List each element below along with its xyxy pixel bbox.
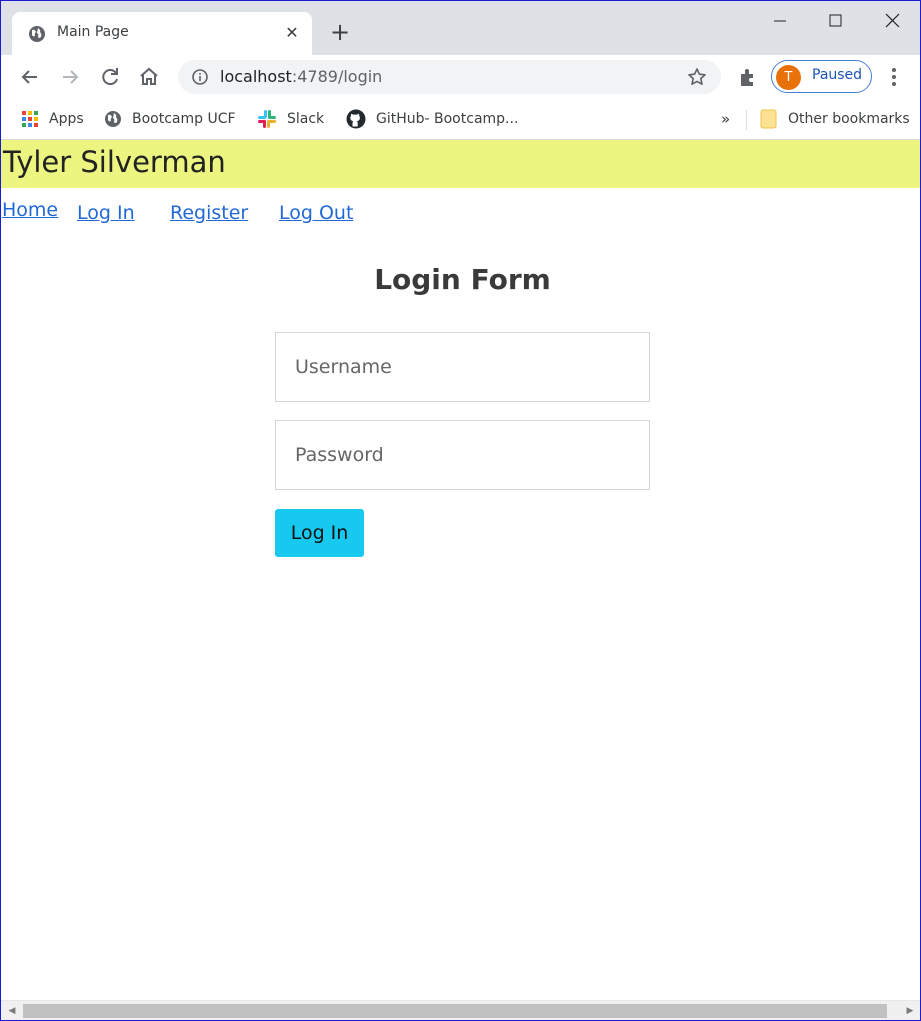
scroll-left-arrow-icon[interactable]: ◀ bbox=[7, 1005, 17, 1017]
tab-title: Main Page bbox=[57, 24, 129, 40]
tab-main-page[interactable]: Main Page ✕ bbox=[12, 12, 312, 55]
horizontal-scrollbar[interactable]: ◀ ▶ bbox=[1, 1000, 920, 1020]
close-tab-icon[interactable]: ✕ bbox=[283, 23, 301, 43]
login-submit-button[interactable]: Log In bbox=[275, 509, 364, 557]
apps-grid-icon bbox=[22, 111, 38, 127]
profile-button[interactable]: T Paused bbox=[771, 60, 872, 93]
slack-icon bbox=[258, 110, 276, 128]
bookmark-label: Apps bbox=[49, 111, 84, 127]
new-tab-icon[interactable]: + bbox=[327, 20, 353, 46]
form-title: Login Form bbox=[374, 263, 551, 296]
url-text: localhost:4789/login bbox=[220, 67, 383, 86]
globe-icon bbox=[29, 26, 45, 42]
github-icon bbox=[346, 109, 366, 129]
address-bar[interactable]: localhost:4789/login bbox=[178, 60, 721, 94]
bookmark-slack[interactable]: Slack bbox=[257, 108, 324, 130]
back-icon[interactable] bbox=[18, 65, 42, 89]
bookmark-star-icon[interactable] bbox=[687, 67, 707, 87]
bookmark-github[interactable]: GitHub- Bootcamp... bbox=[346, 108, 518, 130]
username-input[interactable] bbox=[275, 332, 650, 402]
site-header: Tyler Silverman bbox=[1, 140, 920, 188]
nav-register-link[interactable]: Register bbox=[170, 202, 248, 224]
nav-logout-link[interactable]: Log Out bbox=[279, 202, 353, 224]
maximize-icon[interactable] bbox=[816, 9, 856, 33]
bookmark-apps[interactable]: Apps bbox=[21, 108, 84, 130]
info-icon[interactable] bbox=[191, 68, 209, 86]
bookmark-label: Other bookmarks bbox=[788, 111, 910, 127]
close-window-icon[interactable] bbox=[873, 9, 913, 33]
nav-login-link[interactable]: Log In bbox=[77, 202, 135, 224]
browser-window: Main Page ✕ + localhost:4789/login T Pau… bbox=[0, 0, 921, 1021]
bookmark-label: GitHub- Bootcamp... bbox=[376, 111, 519, 127]
browser-toolbar: localhost:4789/login T Paused bbox=[1, 55, 920, 99]
scroll-right-arrow-icon[interactable]: ▶ bbox=[905, 1005, 915, 1017]
site-title: Tyler Silverman bbox=[3, 145, 226, 179]
scrollbar-thumb[interactable] bbox=[23, 1004, 887, 1018]
avatar: T bbox=[776, 65, 801, 90]
reload-icon[interactable] bbox=[98, 65, 122, 89]
bookmark-label: Slack bbox=[287, 111, 325, 127]
minimize-icon[interactable] bbox=[760, 9, 800, 33]
bookmarks-divider bbox=[746, 110, 747, 130]
forward-icon[interactable] bbox=[58, 65, 82, 89]
password-input[interactable] bbox=[275, 420, 650, 490]
folder-icon bbox=[760, 109, 777, 129]
bookmarks-overflow-chevron[interactable]: » bbox=[721, 108, 730, 130]
nav-home-link[interactable]: Home bbox=[2, 199, 58, 221]
profile-status: Paused bbox=[812, 67, 863, 83]
home-icon[interactable] bbox=[137, 65, 161, 89]
globe-icon bbox=[105, 111, 121, 127]
tab-strip: Main Page ✕ + bbox=[1, 1, 920, 55]
bookmark-label: Bootcamp UCF bbox=[132, 111, 236, 127]
bookmark-bootcamp-ucf[interactable]: Bootcamp UCF bbox=[104, 108, 236, 130]
more-menu-icon[interactable] bbox=[885, 66, 903, 88]
bookmarks-bar: Apps Bootcamp UCF Slack GitHub- Bootcamp… bbox=[1, 99, 920, 140]
bookmark-other-bookmarks[interactable]: Other bookmarks bbox=[760, 108, 910, 130]
extensions-puzzle-icon[interactable] bbox=[737, 66, 759, 88]
